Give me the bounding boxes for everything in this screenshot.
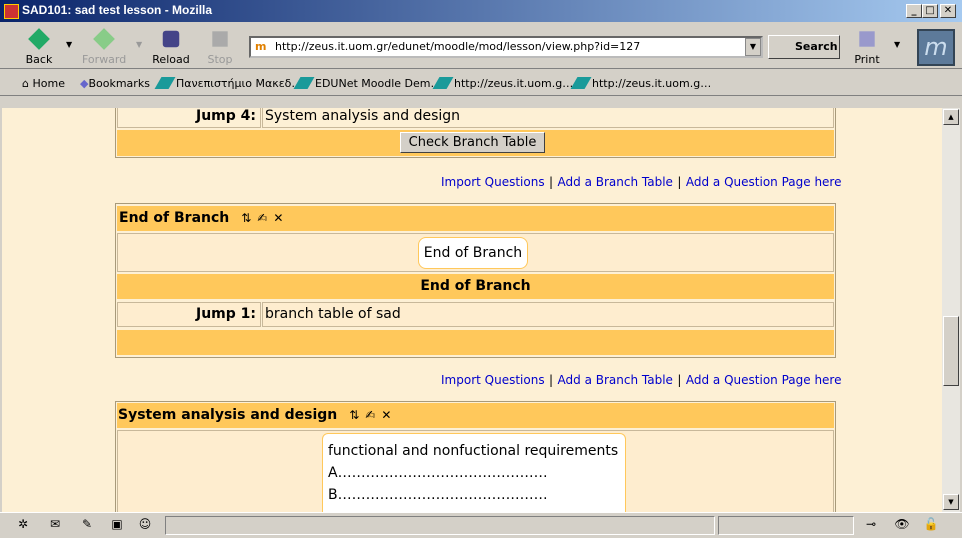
url-dropdown-icon[interactable]: ▼ xyxy=(745,38,761,56)
online-icon[interactable]: ⊸ xyxy=(862,517,880,533)
addressbook-icon[interactable]: ▣ xyxy=(108,517,126,533)
check-branch-table-button[interactable]: Check Branch Table xyxy=(400,132,545,153)
scroll-thumb[interactable] xyxy=(943,316,959,386)
jump1-label: Jump 1: xyxy=(117,302,261,327)
edit-icon[interactable]: ✍ xyxy=(365,408,381,422)
jump1-value: branch table of sad xyxy=(262,302,834,327)
status-text xyxy=(165,516,715,535)
title-bar: SAD101: sad test lesson - Mozilla xyxy=(0,0,962,22)
back-button[interactable]: Back xyxy=(17,28,61,66)
forward-button[interactable]: Forward xyxy=(82,28,126,66)
bookmark-icon xyxy=(432,77,454,89)
moodle-favicon: m xyxy=(255,40,267,53)
bookmark-item[interactable]: http://zeus.it.uom.g… xyxy=(432,77,573,90)
status-bar: ✲ ✉ ✎ ▣ ☺ ⊸ 👁 🔓 xyxy=(0,512,962,538)
forward-arrow-icon xyxy=(93,28,115,50)
close-button[interactable]: ✕ xyxy=(940,4,956,18)
composer-icon[interactable]: ✎ xyxy=(78,517,96,533)
stop-icon xyxy=(212,31,228,47)
print-dropdown-icon[interactable]: ▼ xyxy=(894,40,900,49)
url-input[interactable]: m http://zeus.it.uom.gr/edunet/moodle/mod… xyxy=(249,36,763,58)
navigator-icon[interactable]: ✲ xyxy=(14,517,32,533)
print-button[interactable]: Print xyxy=(845,28,889,66)
stop-button[interactable]: Stop xyxy=(198,28,242,66)
bookmark-icon xyxy=(293,77,315,89)
scroll-up-icon[interactable]: ▲ xyxy=(943,109,959,125)
minimize-button[interactable]: _ xyxy=(906,4,922,18)
jump4-label: Jump 4: xyxy=(117,108,261,128)
vertical-scrollbar[interactable]: ▲ ▼ xyxy=(942,108,960,512)
move-icon[interactable]: ⇅ xyxy=(349,408,365,422)
page-contents-box: functional and nonfuctional requirements… xyxy=(322,433,626,512)
delete-icon[interactable]: ✕ xyxy=(273,211,289,225)
bookmark-item[interactable]: http://zeus.it.uom.g… xyxy=(570,77,711,90)
home-icon: ⌂ xyxy=(22,77,33,90)
back-arrow-icon xyxy=(28,28,50,50)
jump4-value: System analysis and design xyxy=(262,108,834,128)
window-title: SAD101: sad test lesson - Mozilla xyxy=(22,3,213,17)
forward-dropdown-icon[interactable]: ▼ xyxy=(136,40,142,49)
scroll-down-icon[interactable]: ▼ xyxy=(943,494,959,510)
back-dropdown-icon[interactable]: ▼ xyxy=(66,40,72,49)
progress-panel xyxy=(718,516,854,535)
bookmark-item[interactable]: Πανεπιστήμιο Μακεδ… xyxy=(154,77,302,90)
end-of-branch-header: End of Branch ⇅✍✕ xyxy=(117,206,834,231)
reload-icon xyxy=(162,30,180,48)
add-question-page-link[interactable]: Add a Question Page here xyxy=(686,175,842,189)
delete-icon[interactable]: ✕ xyxy=(381,408,397,422)
bookmark-home[interactable]: ⌂ Home xyxy=(22,77,65,90)
import-questions-link[interactable]: Import Questions xyxy=(441,175,545,189)
add-branch-table-link[interactable]: Add a Branch Table xyxy=(558,373,673,387)
search-button[interactable]: Search xyxy=(768,35,840,59)
edit-icon[interactable]: ✍ xyxy=(257,211,273,225)
bookmark-item[interactable]: EDUNet Moodle Dem… xyxy=(293,77,441,90)
chat-icon[interactable]: ☺ xyxy=(136,517,154,533)
bookmark-icon xyxy=(154,77,176,89)
page-content: Jump 4: System analysis and design Check… xyxy=(2,108,942,512)
links-row: Import Questions | Add a Branch Table | … xyxy=(441,373,842,387)
reload-button[interactable]: Reload xyxy=(149,28,193,66)
add-question-page-link[interactable]: Add a Question Page here xyxy=(686,373,842,387)
end-of-branch-table: End of Branch ⇅✍✕ End of Branch End of Br… xyxy=(115,203,836,358)
sad-table: System analysis and design ⇅✍✕ functional… xyxy=(115,401,836,512)
branch-table-bottom: Jump 4: System analysis and design Check… xyxy=(115,108,836,158)
privacy-icon[interactable]: 👁 xyxy=(893,517,911,533)
links-row: Import Questions | Add a Branch Table | … xyxy=(441,175,842,189)
bookmarks-menu[interactable]: ◆Bookmarks xyxy=(80,77,150,90)
sad-header: System analysis and design ⇅✍✕ xyxy=(117,403,834,428)
security-lock-icon[interactable]: 🔓 xyxy=(922,517,940,533)
mozilla-logo[interactable]: m xyxy=(917,29,955,66)
maximize-button[interactable]: □ xyxy=(922,4,938,18)
add-branch-table-link[interactable]: Add a Branch Table xyxy=(558,175,673,189)
app-icon xyxy=(4,4,19,19)
bookmark-icon xyxy=(570,77,592,89)
end-of-branch-subheader: End of Branch xyxy=(117,274,834,299)
printer-icon xyxy=(859,31,875,47)
page-contents-box: End of Branch xyxy=(418,237,528,269)
import-questions-link[interactable]: Import Questions xyxy=(441,373,545,387)
mail-icon[interactable]: ✉ xyxy=(46,517,64,533)
move-icon[interactable]: ⇅ xyxy=(241,211,257,225)
